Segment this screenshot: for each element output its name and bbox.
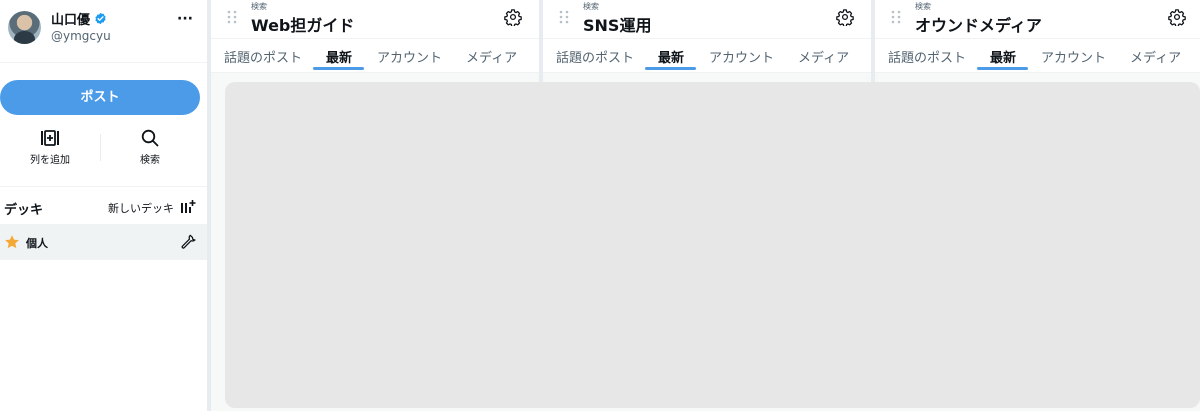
- gear-icon[interactable]: [504, 8, 522, 26]
- column-header: 検索 SNS運用 話題のポスト 最新 アカウント メディア: [543, 0, 871, 73]
- column-tabs: 話題のポスト 最新 アカウント メディア: [543, 39, 871, 72]
- drag-handle-icon[interactable]: [891, 10, 901, 24]
- column-title: Web担ガイド: [251, 16, 355, 35]
- active-tab-indicator: [645, 67, 696, 70]
- column-title: SNS運用: [583, 16, 652, 35]
- tab-latest[interactable]: 最新: [990, 47, 1016, 66]
- column-tabs: 話題のポスト 最新 アカウント メディア: [211, 39, 539, 72]
- star-icon: [5, 235, 19, 249]
- tab-trending[interactable]: 話題のポスト: [224, 47, 302, 66]
- column-title: オウンドメディア: [915, 16, 1042, 35]
- app-window: 山口優 @ymgcyu ··· ポスト 列を追加 検索 デッキ 新しいデッキ 個…: [0, 0, 1200, 411]
- column-header: 検索 オウンドメディア 話題のポスト 最新 アカウント メディア: [875, 0, 1200, 73]
- tab-media[interactable]: メディア: [1130, 47, 1181, 66]
- active-tab-indicator: [313, 67, 364, 70]
- column-tabs: 話題のポスト 最新 アカウント メディア: [875, 39, 1200, 72]
- tab-trending[interactable]: 話題のポスト: [888, 47, 966, 66]
- tab-accounts[interactable]: アカウント: [377, 47, 442, 66]
- user-name: 山口優: [51, 13, 91, 28]
- new-deck-icon[interactable]: [180, 199, 196, 215]
- column-subtitle: 検索: [915, 2, 931, 11]
- avatar[interactable]: [8, 11, 41, 44]
- deck-item-personal[interactable]: 個人: [0, 224, 207, 260]
- tab-media[interactable]: メディア: [466, 47, 517, 66]
- tab-media[interactable]: メディア: [798, 47, 849, 66]
- post-button[interactable]: ポスト: [0, 80, 200, 115]
- loading-placeholder: [225, 82, 1200, 408]
- tab-latest[interactable]: 最新: [658, 47, 684, 66]
- divider: [0, 62, 207, 63]
- tab-accounts[interactable]: アカウント: [1041, 47, 1106, 66]
- divider: [100, 134, 101, 161]
- tab-accounts[interactable]: アカウント: [709, 47, 774, 66]
- add-column-icon: [41, 130, 59, 146]
- search-label: 検索: [140, 155, 160, 166]
- drag-handle-icon[interactable]: [559, 10, 569, 24]
- divider: [0, 186, 207, 187]
- sidebar: 山口優 @ymgcyu ··· ポスト 列を追加 検索 デッキ 新しいデッキ 個…: [0, 0, 207, 411]
- add-column-button[interactable]: 列を追加: [15, 129, 85, 169]
- gear-icon[interactable]: [836, 8, 854, 26]
- user-handle: @ymgcyu: [51, 29, 111, 43]
- profile-card[interactable]: 山口優 @ymgcyu ···: [0, 0, 207, 60]
- active-tab-indicator: [977, 67, 1028, 70]
- deck-header: デッキ 新しいデッキ: [0, 196, 207, 218]
- tab-trending[interactable]: 話題のポスト: [556, 47, 634, 66]
- deck-title: デッキ: [4, 203, 44, 218]
- new-deck-button[interactable]: 新しいデッキ: [108, 200, 174, 216]
- column-header: 検索 Web担ガイド 話題のポスト 最新 アカウント メディア: [211, 0, 539, 73]
- more-options-button[interactable]: ···: [176, 12, 194, 30]
- gear-icon[interactable]: [1168, 8, 1186, 26]
- wrench-icon[interactable]: [180, 233, 197, 250]
- verified-badge-icon: [95, 12, 106, 25]
- column-subtitle: 検索: [583, 2, 599, 11]
- add-column-label: 列を追加: [30, 155, 70, 166]
- deck-item-label: 個人: [26, 237, 48, 250]
- drag-handle-icon[interactable]: [227, 10, 237, 24]
- search-button[interactable]: 検索: [115, 129, 185, 169]
- tab-latest[interactable]: 最新: [326, 47, 352, 66]
- column-subtitle: 検索: [251, 2, 267, 11]
- search-icon: [141, 129, 159, 147]
